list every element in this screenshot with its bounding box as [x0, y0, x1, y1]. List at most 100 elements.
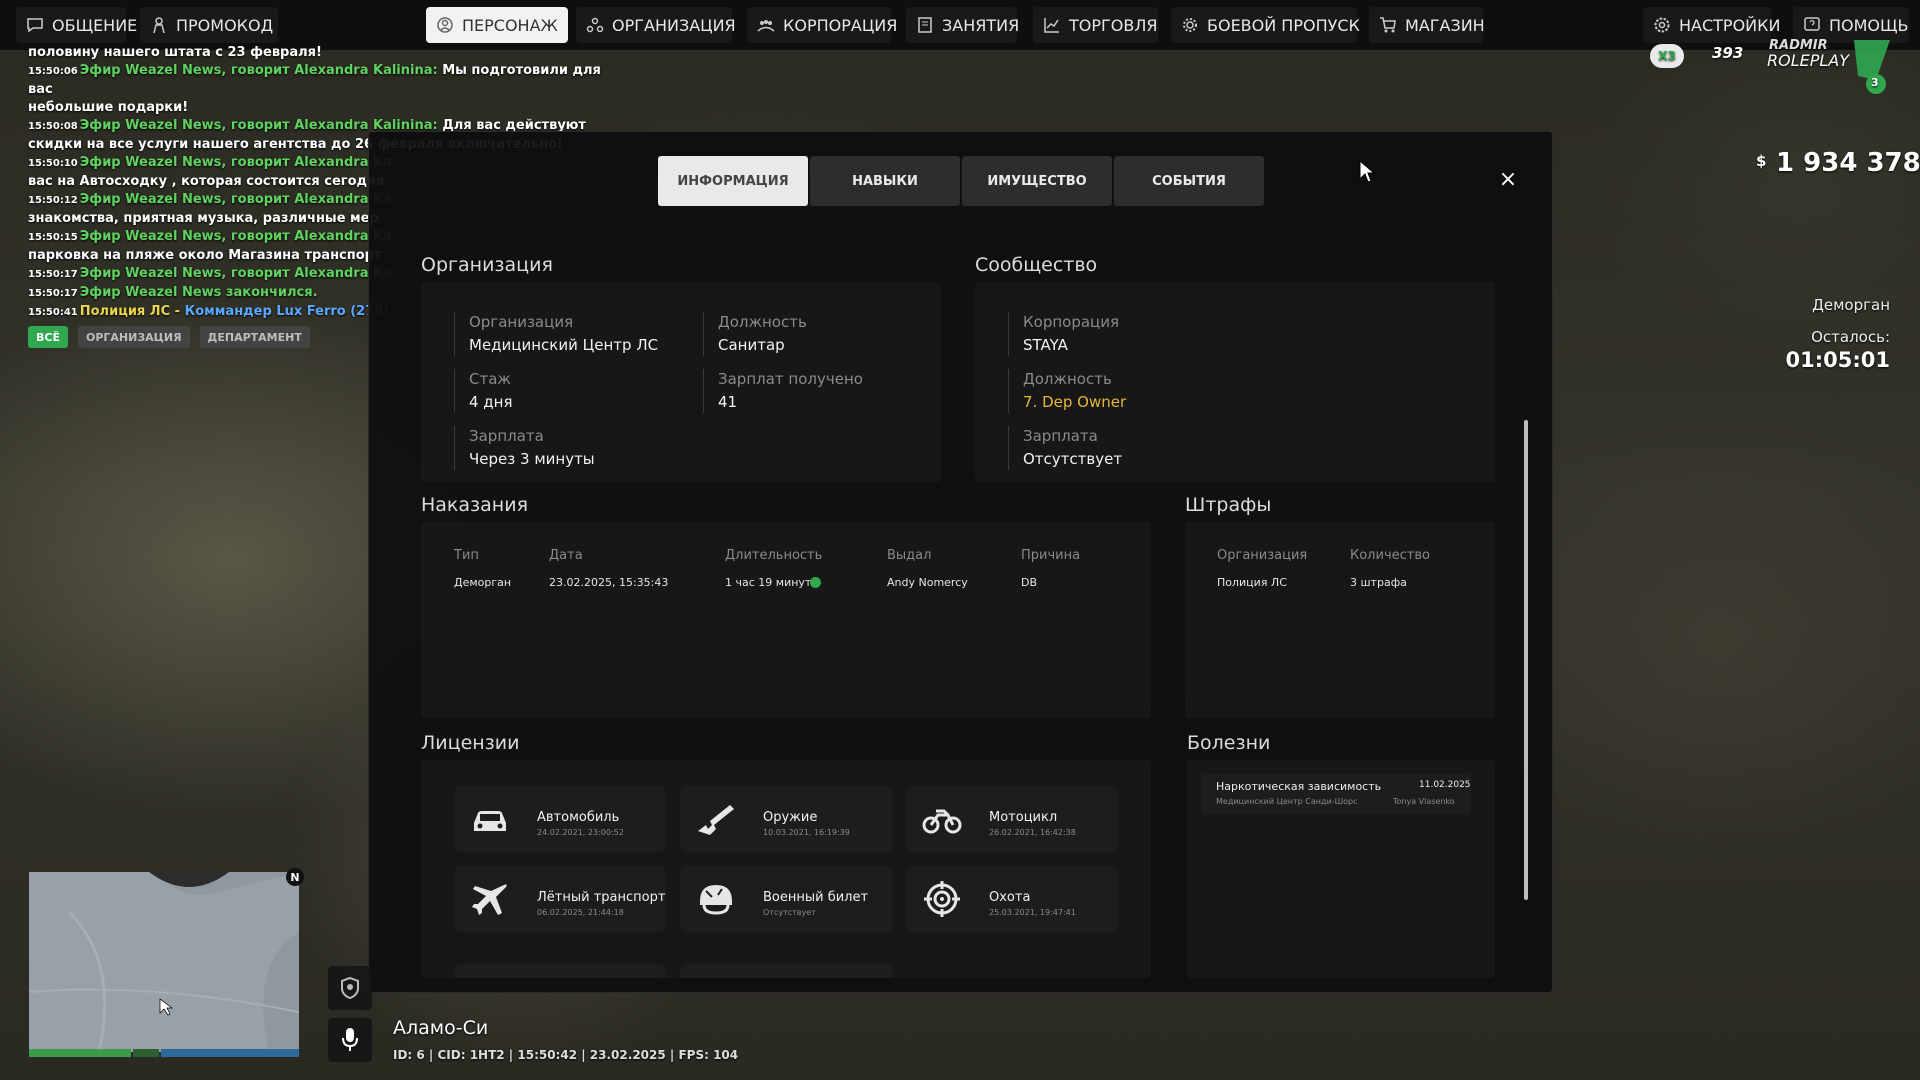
server-number-badge: 3 — [1871, 76, 1879, 89]
nav-label: ТОРГОВЛЯ — [1069, 15, 1158, 35]
fines-header: Количество — [1350, 548, 1430, 563]
license-card[interactable]: Лётный транспорт 06.02.2025, 21:44:18 — [454, 866, 666, 932]
person-icon — [150, 16, 168, 34]
license-card-partial[interactable] — [454, 964, 666, 978]
nav-5-button[interactable]: КОРПОРАЦИЯ — [747, 7, 897, 43]
minimap[interactable] — [29, 872, 299, 1052]
microphone-button[interactable] — [328, 1018, 372, 1062]
brand-roleplay: ROLEPLAY — [1767, 51, 1850, 70]
user-circle-icon — [436, 16, 454, 34]
community-title: Сообщество — [975, 254, 1098, 276]
punishments-cell: Andy Nomercy — [887, 576, 968, 589]
chat-time: 15:50:41 — [28, 307, 78, 318]
chat-time: 15:50:06 — [28, 66, 78, 77]
field-value: Санитар — [718, 336, 785, 354]
punishments-header: Выдал — [887, 548, 932, 563]
chat-text: Коммандер — [184, 304, 277, 319]
fines-header: Организация — [1217, 548, 1308, 563]
chat-text: Эфир Weazel News, говорит — [79, 266, 295, 281]
money-display: $ 1 934 378 — [1756, 148, 1920, 182]
tab-1[interactable]: ИНФОРМАЦИЯ — [658, 156, 808, 206]
chat-text: Эфир Weazel News, говорит — [79, 63, 295, 78]
info-field: Стаж 4 дня — [454, 369, 513, 413]
chat-text: парковка на пляже около Магазина транспо… — [28, 248, 382, 263]
field-label: Стаж — [469, 370, 511, 388]
nav-label: ПЕРСОНАЖ — [462, 15, 558, 35]
nav-label: ОРГАНИЗАЦИЯ — [612, 15, 736, 35]
nav-2-button[interactable]: ПРОМОКОД — [140, 7, 278, 43]
nav-6-button[interactable]: ЗАНЯТИЯ — [906, 7, 1020, 43]
punishments-cell: DB — [1021, 576, 1038, 589]
fines-cell: 3 штрафа — [1350, 576, 1407, 589]
field-value: 4 дня — [469, 393, 513, 411]
chat-text: Полиция ЛС - — [79, 304, 185, 319]
nav-label: БОЕВОЙ ПРОПУСК — [1207, 15, 1360, 35]
license-card-partial[interactable] — [680, 964, 892, 978]
chat-text: вас на Автосходку , которая состоится се… — [28, 174, 385, 189]
license-date: Отсутствует — [763, 908, 816, 917]
illness-name: Наркотическая зависимость — [1216, 780, 1382, 793]
license-card[interactable]: Военный билет Отсутствует — [680, 866, 892, 932]
field-label: Зарплата — [469, 427, 544, 445]
nav-9-button[interactable]: МАГАЗИН — [1369, 7, 1485, 43]
nav-8-button[interactable]: БОЕВОЙ ПРОПУСК — [1171, 7, 1360, 43]
license-date: 10.03.2021, 16:19:39 — [763, 828, 850, 837]
nav-1-button[interactable]: ОБЩЕНИЕ — [16, 7, 137, 43]
cart-icon — [1379, 16, 1397, 34]
x-multiplier-badge: X3 — [1650, 44, 1684, 68]
status-timer: 01:05:01 — [1785, 348, 1890, 372]
modal-scrollbar[interactable] — [1524, 420, 1528, 900]
license-date: 24.02.2021, 23:00:52 — [537, 828, 624, 837]
licenses-panel: Автомобиль 24.02.2021, 23:00:52 Оружие 10.0… — [421, 760, 1151, 978]
organization-panel: Организация Медицинский Центр ЛС Должность… — [421, 282, 941, 482]
gear-icon — [1653, 16, 1671, 34]
chat-filter-1[interactable]: ВСЁ — [28, 326, 68, 348]
demorgan-status: Деморган Осталось: 01:05:01 — [1760, 296, 1890, 372]
status-title: Деморган — [1812, 296, 1890, 314]
info-icon[interactable] — [810, 577, 821, 588]
nav-7-button[interactable]: ТОРГОВЛЯ — [1033, 7, 1158, 43]
fines-title: Штрафы — [1185, 494, 1272, 516]
license-name: Охота — [989, 890, 1031, 905]
chat-filter-3[interactable]: ДЕПАРТАМЕНТ — [199, 326, 310, 348]
community-panel: Корпорация STAYA Должность 7. Dep Owner Зарп… — [975, 282, 1495, 482]
field-value: 7. Dep Owner — [1023, 393, 1127, 411]
license-card[interactable]: Оружие 10.03.2021, 16:19:39 — [680, 786, 892, 852]
fines-cell: Полиция ЛС — [1217, 576, 1287, 589]
illness-item[interactable]: Наркотическая зависимость 11.02.2025 Мед… — [1201, 774, 1471, 814]
tab-4[interactable]: СОБЫТИЯ — [1114, 156, 1264, 206]
field-value: Через 3 минуты — [469, 450, 595, 468]
chat-line: половину нашего штата с 23 февраля! — [28, 44, 608, 62]
field-label: Зарплата — [1023, 427, 1098, 445]
tab-3[interactable]: ИМУЩЕСТВО — [962, 156, 1112, 206]
gps-button[interactable] — [328, 966, 372, 1010]
corporation-icon — [757, 16, 775, 34]
chat-time: 15:50:12 — [28, 195, 78, 206]
chat-filter-2[interactable]: ОРГАНИЗАЦИЯ — [77, 326, 190, 348]
license-card[interactable]: Автомобиль 24.02.2021, 23:00:52 — [454, 786, 666, 852]
tab-2[interactable]: НАВЫКИ — [810, 156, 960, 206]
punishments-header: Причина — [1021, 548, 1081, 563]
license-card[interactable]: Охота 25.03.2021, 19:47:41 — [906, 866, 1118, 932]
nav-label: ЗАНЯТИЯ — [942, 15, 1020, 35]
health-bar — [29, 1049, 131, 1057]
info-field: Зарплат получено 41 — [703, 369, 863, 413]
chat-text: Alexandra Kalinina: — [294, 63, 443, 78]
info-field: Зарплата Через 3 минуты — [454, 426, 595, 470]
field-label: Должность — [1023, 370, 1112, 388]
field-label: Должность — [718, 313, 807, 331]
field-value: Медицинский Центр ЛС — [469, 336, 659, 354]
illness-place: Медицинский Центр Санди-Шорс — [1216, 797, 1358, 806]
license-card[interactable]: Мотоцикл 26.02.2021, 16:42:38 — [906, 786, 1118, 852]
chat-time: 15:50:10 — [28, 158, 78, 169]
gear-badge-icon — [1181, 16, 1199, 34]
illness-doctor: Tonya Vlasenko — [1393, 797, 1455, 806]
nav-3-button[interactable]: ПЕРСОНАЖ — [426, 7, 568, 43]
status-bars — [29, 1049, 299, 1057]
close-icon[interactable]: × — [1496, 167, 1520, 192]
info-field: Должность 7. Dep Owner — [1008, 369, 1126, 413]
nav-4-button[interactable]: ОРГАНИЗАЦИЯ — [576, 7, 736, 43]
chat-text: небольшие подарки! — [28, 100, 189, 115]
nav-label: НАСТРОЙКИ — [1679, 15, 1781, 35]
compass-north: N — [286, 868, 304, 886]
